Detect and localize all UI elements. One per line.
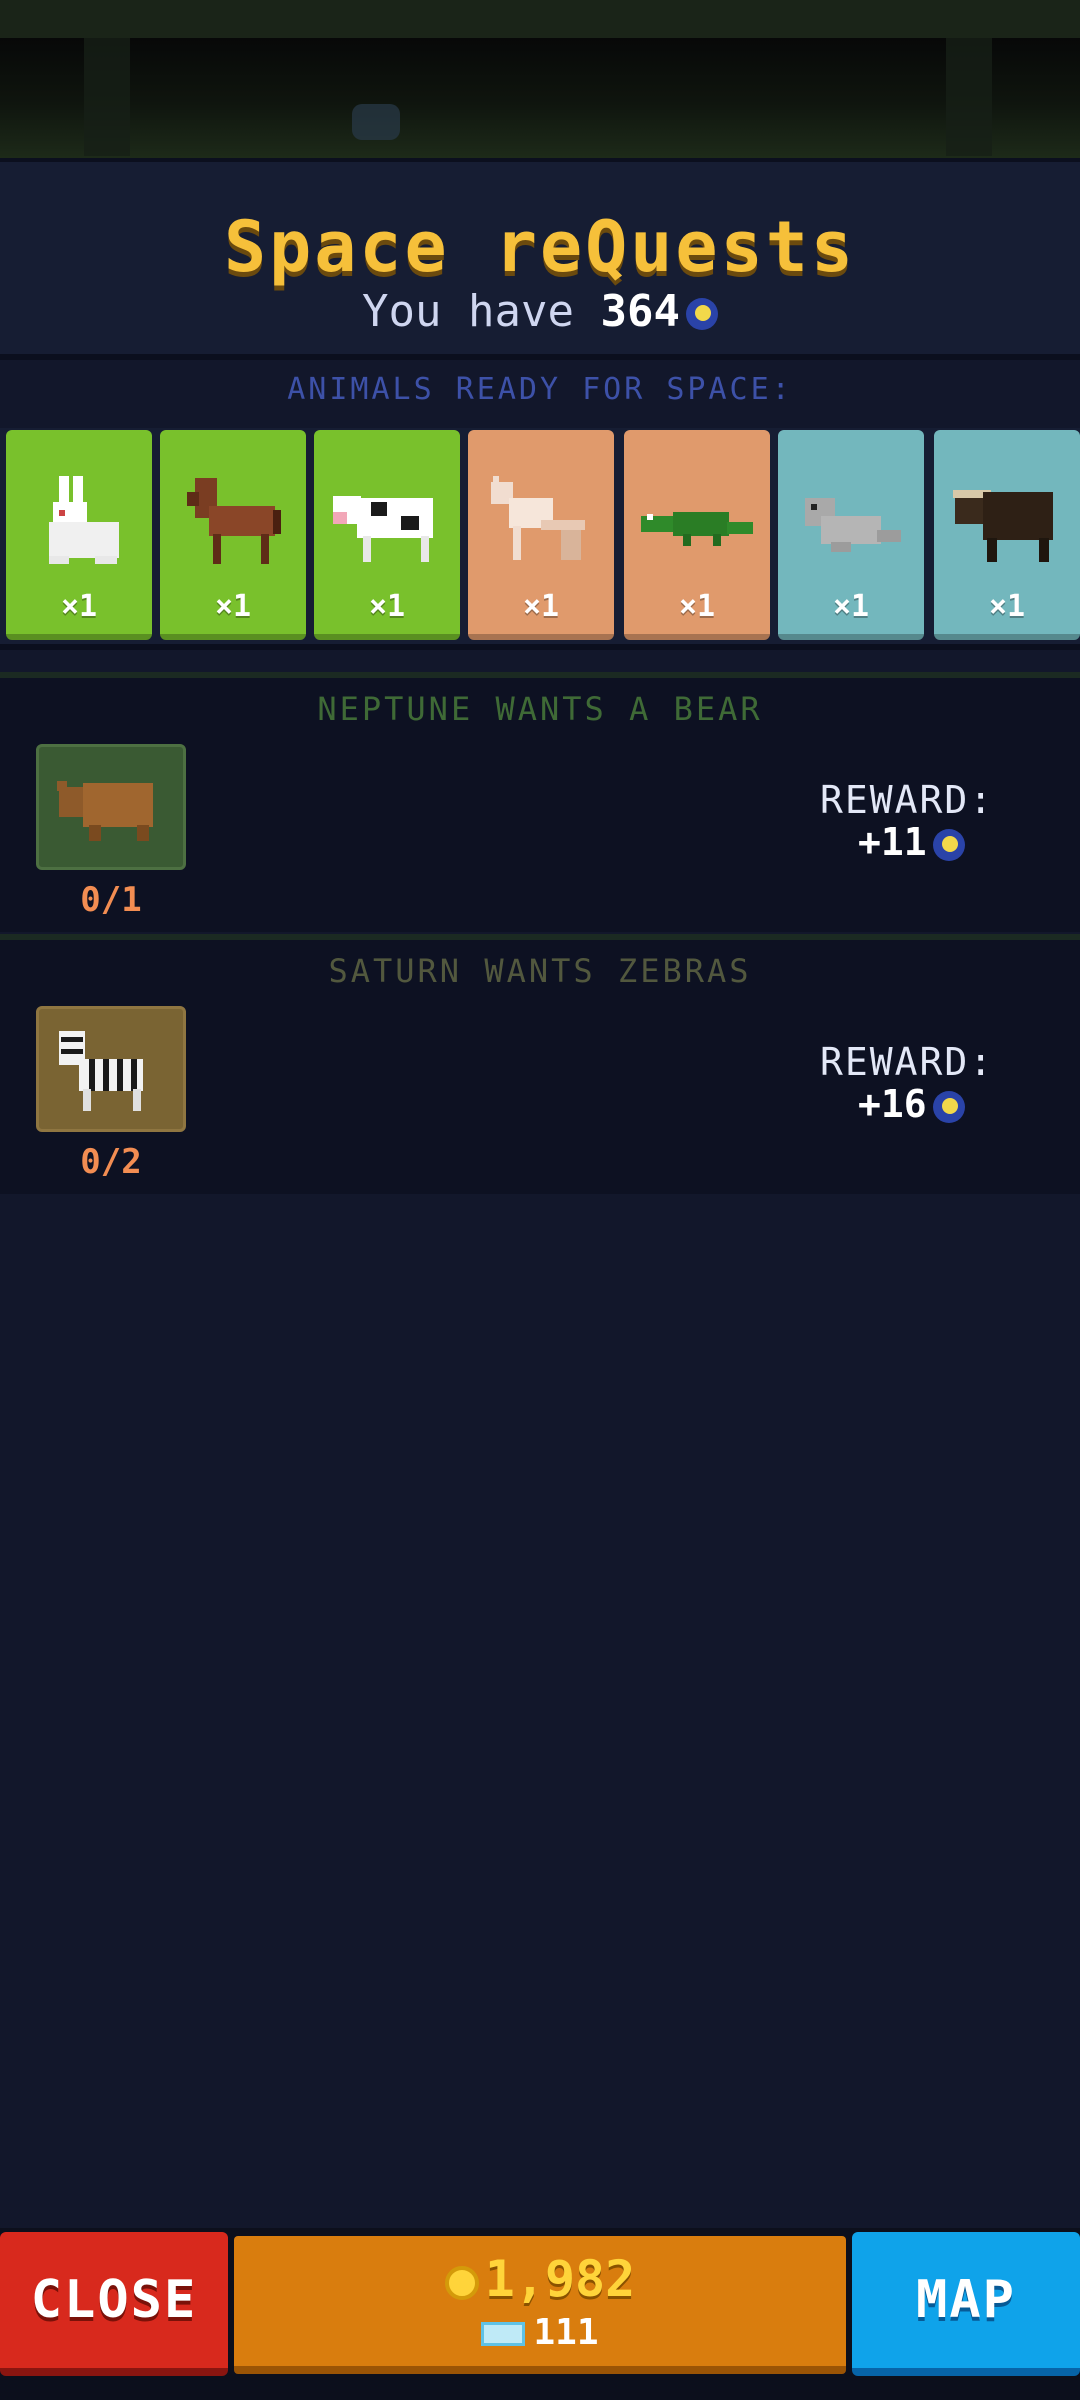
animal-count: ×1 <box>988 589 1026 624</box>
reward-value: +11 <box>858 820 965 864</box>
top-strip <box>0 0 1080 38</box>
balance-line: You have 364 <box>0 286 1080 337</box>
quest-card-neptune[interactable]: NEPTUNE WANTS A BEAR 0/1 REWARD: +11 <box>0 672 1080 932</box>
coin-amount: 1,982 <box>484 2250 636 2308</box>
quest-card-saturn[interactable]: SATURN WANTS ZEBRAS 0/2 REWARD: +16 <box>0 934 1080 1194</box>
balance-prefix: You have <box>362 286 574 337</box>
animal-card-rabbit[interactable]: ×1 <box>6 430 152 640</box>
quest-progress: 0/2 <box>80 1142 142 1182</box>
bottom-bar: CLOSE 1,982 111 MAP <box>0 2228 1080 2400</box>
reward-amount: +16 <box>858 1082 927 1126</box>
quest-title: NEPTUNE WANTS A BEAR <box>317 690 763 728</box>
zebra-icon <box>59 1031 143 1111</box>
background-pillar <box>946 38 992 156</box>
background-animal <box>352 104 400 140</box>
gem-amount: 111 <box>533 2312 599 2353</box>
gold-coin-icon <box>444 2265 479 2300</box>
horse-icon <box>187 478 281 564</box>
quest-animal-bear <box>36 744 186 870</box>
animal-count: ×1 <box>522 589 560 624</box>
reward-amount: +11 <box>858 820 927 864</box>
animal-card-fox[interactable]: ×1 <box>468 430 614 640</box>
animal-card-cow[interactable]: ×1 <box>314 430 460 640</box>
currency-display: 1,982 111 <box>234 2236 846 2374</box>
reward-label: REWARD: <box>820 778 995 822</box>
cow-icon <box>333 496 433 562</box>
animal-card-musk-ox[interactable]: ×1 <box>934 430 1080 640</box>
animal-card-crocodile[interactable]: ×1 <box>624 430 770 640</box>
reward-value: +16 <box>858 1082 965 1126</box>
moon-token-icon <box>932 1090 965 1123</box>
background-pillar <box>84 38 130 156</box>
zoo-background <box>0 38 1080 158</box>
seal-icon <box>805 498 901 552</box>
ready-section-label: ANIMALS READY FOR SPACE: <box>287 372 793 407</box>
animal-count: ×1 <box>832 589 870 624</box>
close-button[interactable]: CLOSE <box>0 2232 228 2376</box>
animal-card-horse[interactable]: ×1 <box>160 430 306 640</box>
gem-balance: 111 <box>234 2312 846 2353</box>
fox-icon <box>491 476 585 560</box>
animal-count: ×1 <box>60 589 98 624</box>
animal-card-seal[interactable]: ×1 <box>778 430 924 640</box>
quest-animal-zebra <box>36 1006 186 1132</box>
coin-balance: 1,982 <box>234 2250 846 2308</box>
reward-label: REWARD: <box>820 1040 995 1084</box>
musk-ox-icon <box>953 490 1053 562</box>
animal-count: ×1 <box>368 589 406 624</box>
bear-icon <box>57 781 153 841</box>
page-title: Space reQuests <box>223 206 856 288</box>
balance-amount: 364 <box>600 286 680 337</box>
map-button[interactable]: MAP <box>852 2232 1080 2376</box>
ready-animals-row: ×1 ×1 ×1 ×1 ×1 ×1 ×1 <box>0 428 1080 650</box>
quest-title: SATURN WANTS ZEBRAS <box>328 952 752 990</box>
moon-token-icon <box>685 298 718 330</box>
requests-header: Space reQuests You have 364 <box>0 158 1080 360</box>
crocodile-icon <box>641 512 753 546</box>
ticket-icon <box>481 2322 526 2346</box>
animal-count: ×1 <box>678 589 716 624</box>
moon-token-icon <box>932 828 965 861</box>
quest-progress: 0/1 <box>80 880 142 920</box>
animal-count: ×1 <box>214 589 252 624</box>
rabbit-icon <box>49 476 119 564</box>
